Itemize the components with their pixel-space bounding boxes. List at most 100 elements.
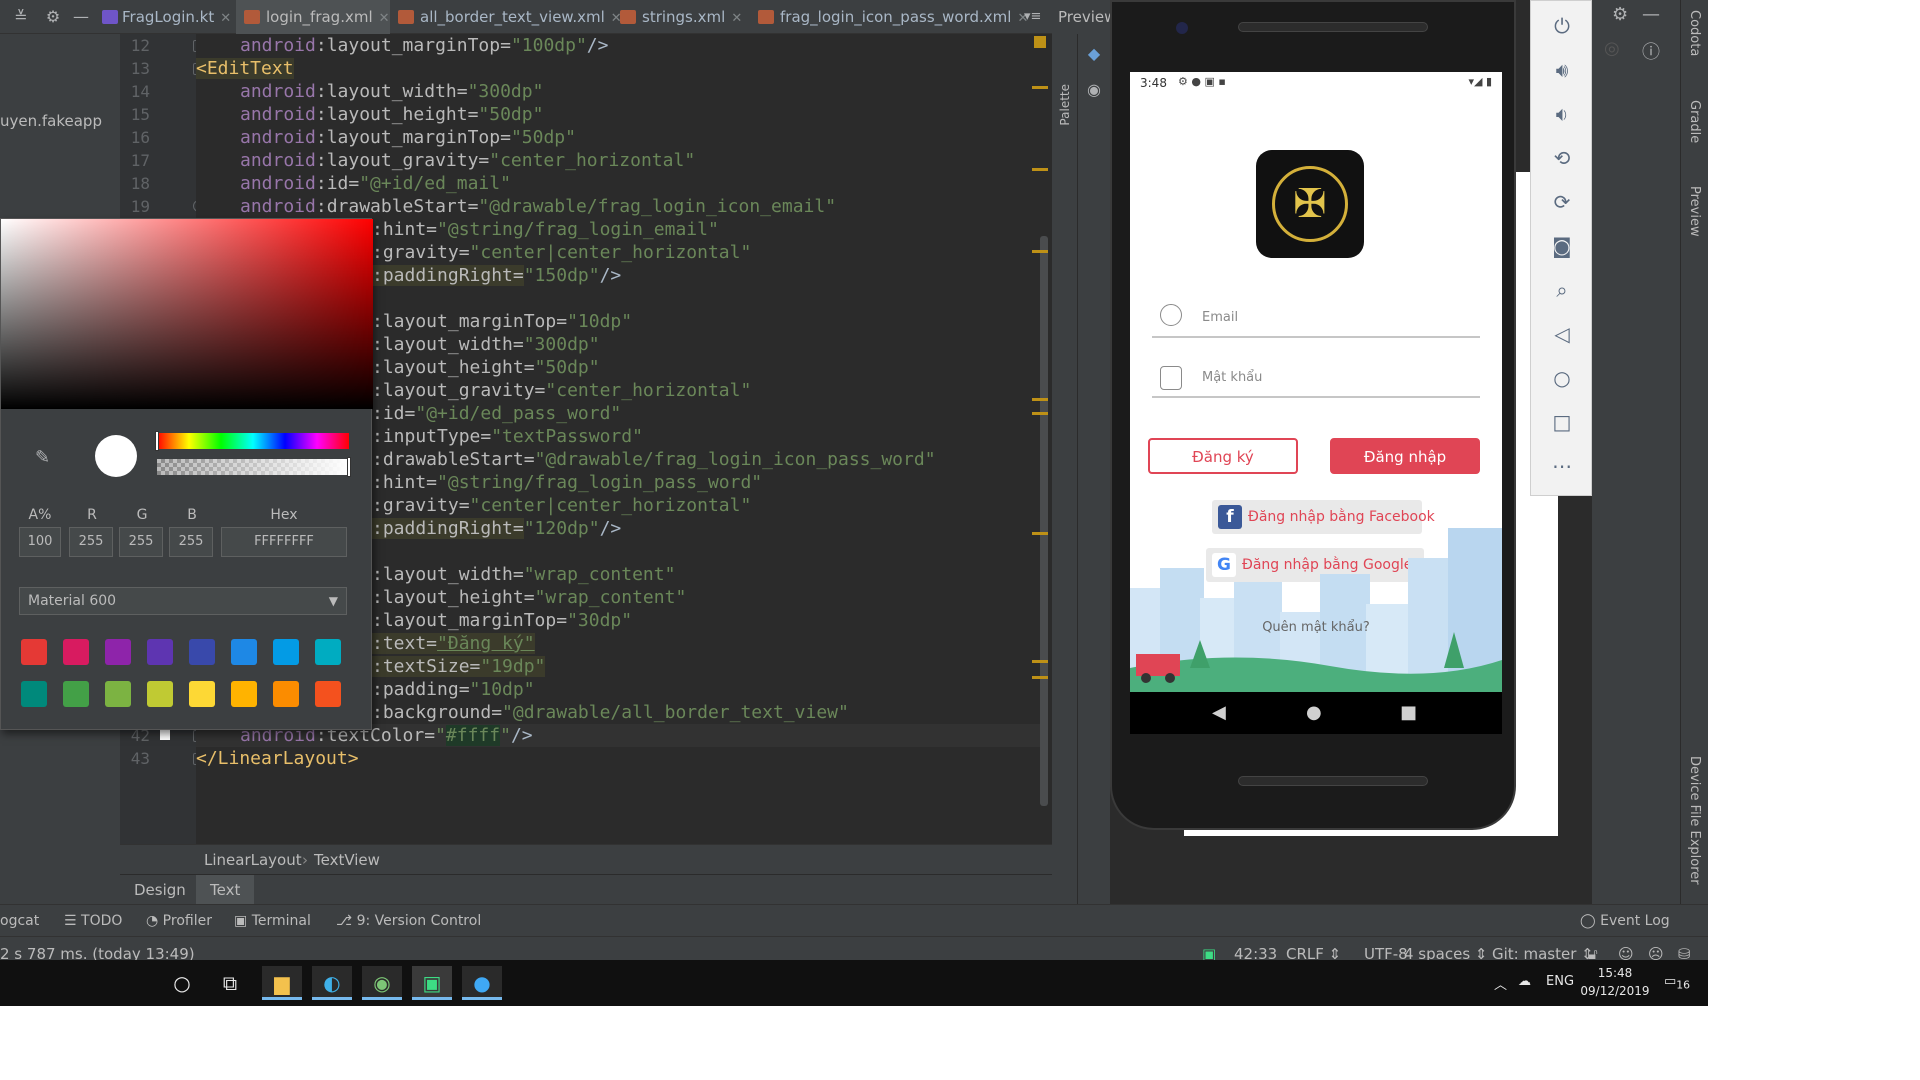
- login-button[interactable]: Đăng nhập: [1330, 438, 1480, 474]
- gear-icon[interactable]: ⚙: [1612, 4, 1628, 25]
- language-indicator[interactable]: ENG: [1546, 974, 1574, 989]
- rotate-left-icon[interactable]: ⟲: [1549, 145, 1575, 171]
- tab-all-border-text-view[interactable]: all_border_text_view.xml ✕: [390, 0, 622, 34]
- hue-slider-knob[interactable]: [155, 431, 159, 451]
- color-swatch[interactable]: [273, 639, 299, 665]
- warning-icon[interactable]: [1034, 36, 1046, 48]
- breadcrumb-textview[interactable]: TextView: [314, 851, 380, 869]
- tab-overflow-menu[interactable]: ▾≡: [1024, 0, 1041, 34]
- gear-icon[interactable]: ⚙: [40, 4, 66, 30]
- more-icon[interactable]: ⋯: [1549, 453, 1575, 479]
- close-icon[interactable]: ✕: [220, 11, 231, 26]
- todo-tab[interactable]: ☰ TODO: [64, 913, 122, 929]
- palette-dropdown[interactable]: Material 600 ▼: [19, 587, 347, 615]
- tab-login-frag-xml[interactable]: login_frag.xml ✕: [236, 0, 390, 34]
- red-field[interactable]: 255: [69, 527, 113, 557]
- tab-frag-login-icon-pass[interactable]: frag_login_icon_pass_word.xml ✕: [750, 0, 1028, 34]
- close-icon[interactable]: ✕: [379, 11, 390, 26]
- minimize-icon[interactable]: —: [68, 4, 94, 30]
- home-icon[interactable]: ○: [1549, 365, 1575, 391]
- terminal-tab[interactable]: ▣ Terminal: [234, 913, 311, 929]
- editor-scrollbar[interactable]: [1040, 236, 1048, 806]
- rotate-right-icon[interactable]: ⟳: [1549, 189, 1575, 215]
- volume-down-icon[interactable]: 🔉︎: [1549, 101, 1575, 127]
- saturation-value-area[interactable]: [1, 219, 373, 409]
- alpha-slider-knob[interactable]: [347, 457, 351, 477]
- palette-label[interactable]: Palette: [1058, 84, 1072, 126]
- camera-icon[interactable]: ◙: [1549, 233, 1575, 259]
- eyedropper-icon[interactable]: ✎: [35, 447, 57, 469]
- app-icon[interactable]: ▣: [412, 966, 452, 1000]
- tab-fraglogin-kt[interactable]: FragLogin.kt ✕: [94, 0, 231, 34]
- edge-icon[interactable]: ◐: [312, 966, 352, 1000]
- green-field[interactable]: 255: [119, 527, 163, 557]
- warning-marker[interactable]: [1032, 398, 1048, 401]
- back-icon[interactable]: ◁: [1549, 321, 1575, 347]
- hue-slider[interactable]: [157, 433, 349, 449]
- droplet-icon[interactable]: ●: [462, 966, 502, 1000]
- color-swatch[interactable]: [21, 639, 47, 665]
- color-preview-icon[interactable]: [160, 730, 170, 740]
- notification-icon[interactable]: ▭16: [1664, 974, 1690, 992]
- warning-icon[interactable]: ⓘ: [1642, 38, 1660, 64]
- warning-marker[interactable]: [1032, 676, 1048, 679]
- color-swatch[interactable]: [147, 639, 173, 665]
- logcat-tab[interactable]: ogcat: [0, 913, 39, 929]
- chevron-up-icon[interactable]: ︿: [1494, 974, 1507, 993]
- home-icon[interactable]: ●: [1306, 702, 1322, 723]
- file-explorer-icon[interactable]: ▆: [262, 966, 302, 1000]
- warning-marker[interactable]: [1032, 660, 1048, 663]
- minimize-icon[interactable]: —: [1642, 4, 1660, 25]
- warning-marker[interactable]: [1032, 86, 1048, 89]
- event-log-tab[interactable]: ◯ Event Log: [1580, 913, 1670, 929]
- zoom-icon[interactable]: ⌕: [1549, 277, 1575, 303]
- android-studio-icon[interactable]: ◉: [362, 966, 402, 1000]
- tab-text[interactable]: Text: [196, 875, 255, 905]
- color-swatch[interactable]: [315, 639, 341, 665]
- gradle-tab[interactable]: Gradle: [1687, 100, 1702, 143]
- breadcrumb-linearlayout[interactable]: LinearLayout: [204, 851, 302, 869]
- refresh-icon[interactable]: ◎: [1604, 38, 1620, 59]
- alpha-field[interactable]: 100: [19, 527, 61, 557]
- warning-marker[interactable]: [1032, 412, 1048, 415]
- codota-tab[interactable]: Codota: [1687, 10, 1702, 56]
- task-view-icon[interactable]: ⧉: [210, 966, 250, 1000]
- eye-icon[interactable]: ◉: [1084, 80, 1104, 100]
- color-swatch[interactable]: [231, 639, 257, 665]
- warning-marker[interactable]: [1032, 250, 1048, 253]
- power-icon[interactable]: ⏻: [1549, 13, 1575, 39]
- color-swatch[interactable]: [273, 681, 299, 707]
- device-file-explorer-tab[interactable]: Device File Explorer: [1687, 756, 1702, 885]
- search-circle-icon[interactable]: ○: [162, 966, 202, 1000]
- layers-icon[interactable]: ◆: [1084, 44, 1104, 64]
- collapse-icon[interactable]: ≚: [8, 4, 34, 30]
- volume-up-icon[interactable]: 🔊︎: [1549, 57, 1575, 83]
- color-swatch[interactable]: [231, 681, 257, 707]
- tab-strings-xml[interactable]: strings.xml ✕: [612, 0, 742, 34]
- blue-field[interactable]: 255: [169, 527, 213, 557]
- color-swatch[interactable]: [105, 681, 131, 707]
- email-field[interactable]: Email: [1152, 298, 1480, 338]
- tab-design[interactable]: Design: [120, 875, 200, 905]
- cloud-icon[interactable]: ☁: [1518, 974, 1531, 989]
- color-swatch[interactable]: [189, 681, 215, 707]
- color-swatch[interactable]: [63, 639, 89, 665]
- color-swatch[interactable]: [147, 681, 173, 707]
- back-icon[interactable]: ◀: [1212, 702, 1226, 723]
- overview-icon[interactable]: □: [1549, 409, 1575, 435]
- version-control-tab[interactable]: ⎇ 9: Version Control: [336, 913, 481, 929]
- profiler-tab[interactable]: ◔ Profiler: [146, 913, 212, 929]
- color-swatch[interactable]: [105, 639, 131, 665]
- password-field[interactable]: Mật khẩu: [1152, 358, 1480, 398]
- warning-marker[interactable]: [1032, 168, 1048, 171]
- preview-tab[interactable]: Preview: [1687, 186, 1702, 237]
- taskbar-clock[interactable]: 15:48 09/12/2019: [1580, 964, 1650, 1000]
- close-icon[interactable]: ✕: [731, 11, 742, 26]
- color-swatch[interactable]: [315, 681, 341, 707]
- hex-field[interactable]: FFFFFFFF: [221, 527, 347, 557]
- color-swatch[interactable]: [21, 681, 47, 707]
- color-swatch[interactable]: [63, 681, 89, 707]
- register-button[interactable]: Đăng ký: [1148, 438, 1298, 474]
- alpha-slider[interactable]: [157, 459, 349, 475]
- forgot-password-link[interactable]: Quên mật khẩu?: [1130, 620, 1502, 635]
